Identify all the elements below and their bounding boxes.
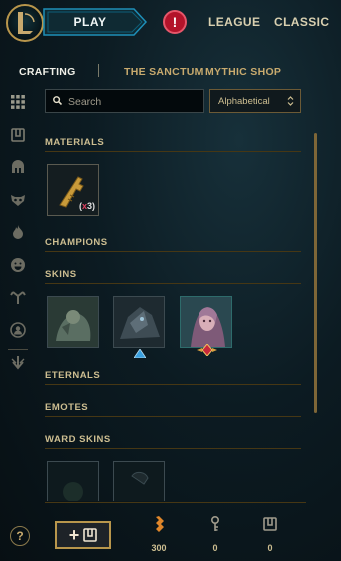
rarity-badge-blue-icon	[133, 345, 147, 363]
summoner-icon[interactable]	[8, 320, 28, 340]
section-ward-skins-title[interactable]: WARD SKINS	[45, 434, 111, 445]
section-emotes-title[interactable]: EMOTES	[45, 402, 88, 413]
chest-icon	[83, 528, 98, 542]
material-count: (x3)	[78, 201, 95, 211]
ward-skin-tile[interactable]	[47, 461, 99, 501]
nav-classic[interactable]: CLASSIC	[274, 15, 329, 29]
section-champions-title[interactable]: CHAMPIONS	[45, 237, 108, 248]
top-bar: PLAY ! LEAGUE CLASSIC	[0, 0, 341, 48]
skin-shard-tile[interactable]	[47, 296, 99, 348]
key-fragment-tile[interactable]: (x3)	[47, 164, 99, 216]
arrow-down-icon[interactable]	[8, 353, 28, 373]
section-divider	[45, 251, 301, 252]
up-down-chevron-icon	[287, 96, 294, 106]
search-input[interactable]	[66, 93, 200, 111]
tab-the-sanctum[interactable]: THE SANCTUM	[124, 66, 204, 78]
alert-icon[interactable]: !	[163, 10, 187, 34]
orange-essence-value: 300	[151, 543, 167, 553]
skin-shard-tile[interactable]	[113, 296, 165, 348]
section-divider	[45, 283, 301, 284]
bottom-divider	[45, 502, 306, 503]
skin-shard-3-art	[181, 297, 231, 347]
section-eternals-title[interactable]: ETERNALS	[45, 370, 100, 381]
section-materials-title[interactable]: MATERIALS	[45, 137, 104, 148]
help-icon[interactable]: ?	[10, 526, 30, 546]
chest-value: 0	[267, 543, 273, 553]
search-box[interactable]	[45, 89, 204, 113]
section-divider	[45, 448, 301, 449]
tree-icon[interactable]	[8, 287, 28, 307]
section-divider	[45, 151, 301, 152]
ward-skin-tile[interactable]	[113, 461, 165, 501]
flame-icon[interactable]	[8, 222, 28, 242]
scrollbar-thumb[interactable]	[314, 133, 317, 413]
section-divider	[45, 384, 301, 385]
plus-icon: +	[68, 525, 80, 545]
chest-icon[interactable]	[8, 125, 28, 145]
emote-icon[interactable]	[8, 255, 28, 275]
skin-shard-tile[interactable]	[180, 296, 232, 348]
ward-skin-art	[48, 462, 98, 501]
nav-league[interactable]: LEAGUE	[208, 15, 260, 29]
chest-icon	[250, 516, 290, 537]
sort-selected-label: Alphabetical	[218, 96, 270, 107]
tab-divider	[98, 64, 99, 77]
key-icon	[195, 515, 235, 537]
add-chest-button[interactable]: +	[55, 521, 111, 549]
rarity-badge-red-icon	[197, 343, 217, 361]
ward-skin-art	[114, 462, 164, 501]
skin-shard-1-art	[48, 297, 98, 347]
sidebar-divider	[8, 349, 28, 350]
sort-dropdown[interactable]: Alphabetical	[209, 89, 301, 113]
play-button-label: PLAY	[73, 15, 107, 29]
key-value: 0	[212, 543, 218, 553]
tab-crafting[interactable]: CRAFTING	[19, 66, 76, 78]
grid-icon[interactable]	[8, 92, 28, 112]
tab-mythic-shop[interactable]: MYTHIC SHOP	[205, 66, 281, 78]
mask-icon[interactable]	[8, 190, 28, 210]
play-button[interactable]: PLAY	[38, 8, 148, 36]
skin-shard-2-art	[114, 297, 164, 347]
helmet-icon[interactable]	[8, 157, 28, 177]
section-divider	[45, 416, 301, 417]
section-skins-title[interactable]: SKINS	[45, 269, 77, 280]
orange-essence-icon	[139, 516, 179, 537]
search-icon	[53, 96, 62, 105]
